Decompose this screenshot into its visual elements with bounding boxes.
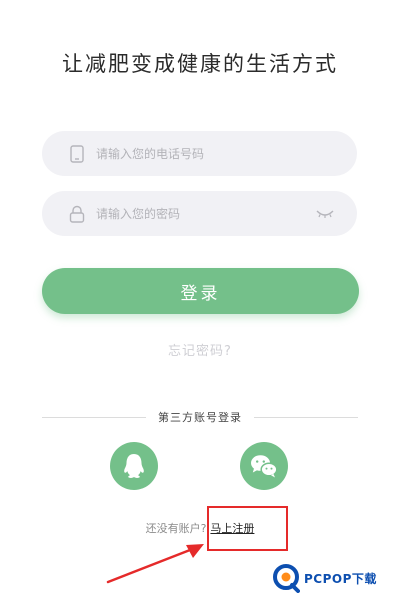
third-party-label: 第三方账号登录	[158, 411, 242, 424]
wechat-icon	[249, 453, 279, 479]
divider-line-right	[254, 416, 358, 418]
phone-input[interactable]	[96, 146, 335, 161]
third-party-divider: 第三方账号登录	[42, 408, 358, 426]
qq-icon	[121, 452, 147, 480]
register-highlight-box	[207, 506, 288, 551]
eye-closed-icon[interactable]	[315, 208, 335, 220]
register-row: 还没有账户? 马上注册	[0, 520, 400, 536]
password-input[interactable]	[96, 206, 315, 221]
qq-login-button[interactable]	[110, 442, 158, 490]
watermark-text: PCPOP下载	[304, 571, 377, 586]
annotation-arrow	[106, 544, 204, 584]
login-button[interactable]: 登录	[42, 268, 359, 314]
password-field[interactable]	[42, 191, 357, 236]
watermark: PCPOP下载	[272, 560, 398, 596]
forgot-password-link[interactable]: 忘记密码?	[0, 340, 400, 359]
login-screen: 让减肥变成健康的生活方式 登录 忘记密码?	[0, 0, 400, 600]
phone-icon	[68, 144, 86, 163]
slogan-title: 让减肥变成健康的生活方式	[62, 52, 338, 76]
divider-line-left	[42, 416, 146, 418]
phone-field[interactable]	[42, 131, 357, 176]
lock-icon	[68, 205, 86, 223]
pcpop-logo-icon	[272, 563, 300, 593]
register-prompt: 还没有账户?	[145, 522, 207, 535]
wechat-login-button[interactable]	[240, 442, 288, 490]
